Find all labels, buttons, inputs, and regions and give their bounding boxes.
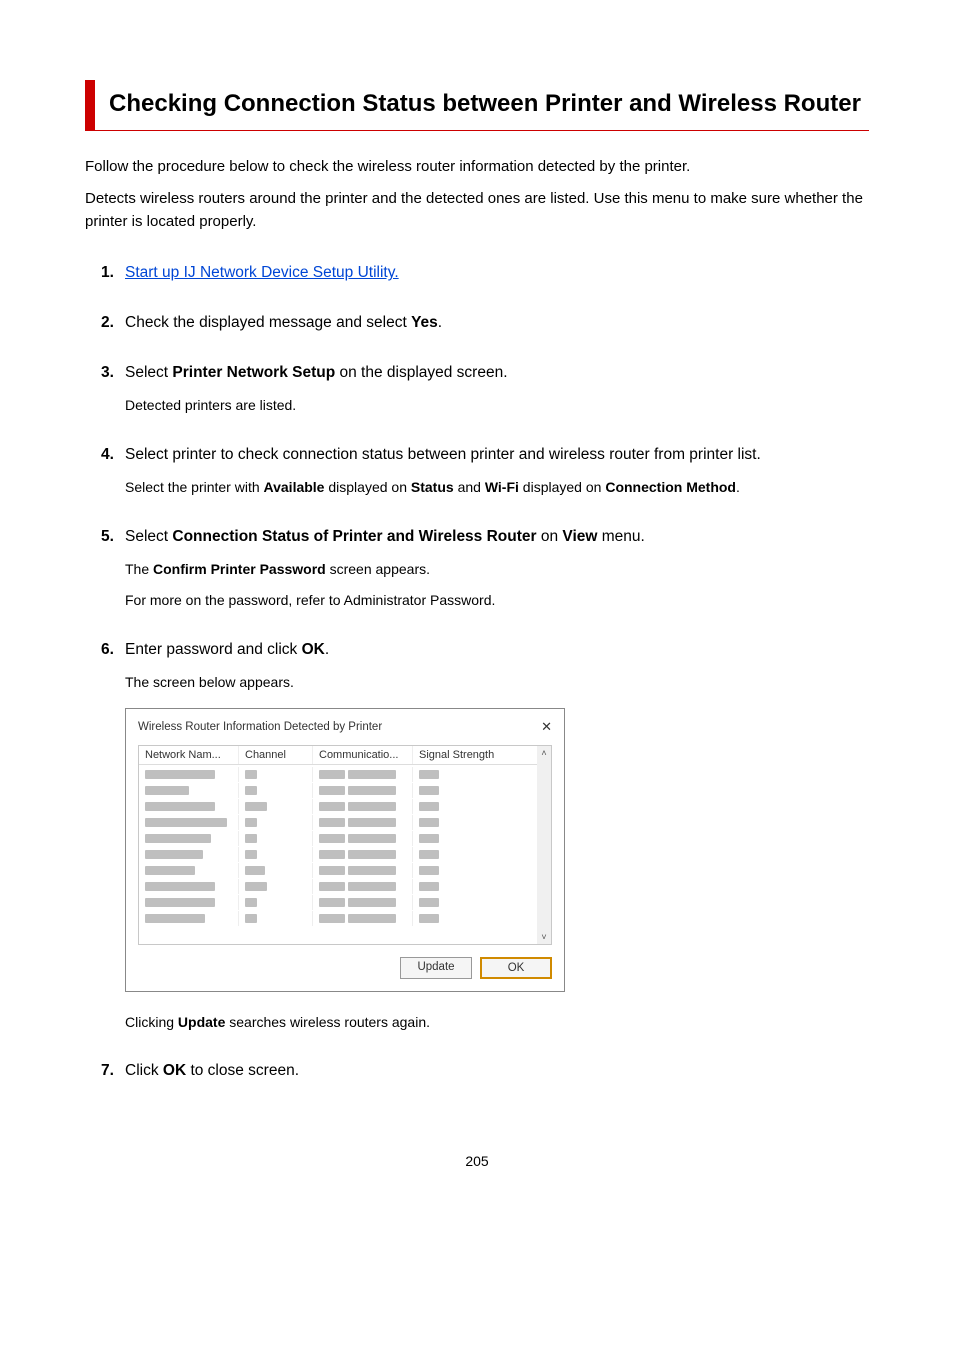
router-list: Network Nam... Channel Communicatio... S… [138, 745, 552, 945]
step-1: 1. Start up IJ Network Device Setup Util… [101, 261, 869, 285]
table-row[interactable] [139, 863, 551, 879]
step-7: 7. Click OK to close screen. [101, 1059, 869, 1083]
ok-button[interactable]: OK [480, 957, 552, 979]
table-row[interactable] [139, 895, 551, 911]
step-number: 3. [101, 364, 125, 382]
scroll-down-icon[interactable]: ˅ [541, 932, 546, 942]
column-communication[interactable]: Communicatio... [313, 746, 413, 764]
step-subtext: Select the printer with Available displa… [101, 477, 869, 499]
step-number: 6. [101, 641, 125, 659]
table-row[interactable] [139, 815, 551, 831]
dialog-title: Wireless Router Information Detected by … [138, 721, 382, 733]
step-6: 6. Enter password and click OK. The scre… [101, 638, 869, 1033]
intro-paragraph-2: Detects wireless routers around the prin… [85, 187, 869, 234]
column-channel[interactable]: Channel [239, 746, 313, 764]
step-number: 7. [101, 1062, 125, 1080]
step-subtext: The Confirm Printer Password screen appe… [101, 559, 869, 581]
step-text: Click OK to close screen. [125, 1059, 869, 1083]
step-text: Select Printer Network Setup on the disp… [125, 361, 869, 385]
step-text: Select Connection Status of Printer and … [125, 525, 869, 549]
table-row[interactable] [139, 767, 551, 783]
intro-paragraph-1: Follow the procedure below to check the … [85, 155, 869, 178]
step-number: 4. [101, 446, 125, 464]
scroll-up-icon[interactable]: ˄ [541, 748, 546, 758]
table-body [139, 765, 551, 929]
step-number: 2. [101, 314, 125, 332]
step-text: Select printer to check connection statu… [125, 443, 869, 467]
step-number: 1. [101, 264, 125, 282]
column-signal-strength[interactable]: Signal Strength [413, 746, 551, 764]
table-row[interactable] [139, 799, 551, 815]
table-row[interactable] [139, 783, 551, 799]
start-utility-link[interactable]: Start up IJ Network Device Setup Utility… [125, 264, 399, 281]
scrollbar[interactable]: ˄ ˅ [537, 746, 551, 944]
step-subtext: For more on the password, refer to Admin… [101, 590, 869, 612]
column-network-name[interactable]: Network Nam... [139, 746, 239, 764]
close-icon[interactable]: ✕ [541, 719, 552, 735]
step-text: Check the displayed message and select Y… [125, 311, 869, 335]
step-subtext: Detected printers are listed. [101, 395, 869, 417]
table-row[interactable] [139, 879, 551, 895]
update-button[interactable]: Update [400, 957, 472, 979]
dialog-screenshot: Wireless Router Information Detected by … [125, 708, 565, 992]
step-3: 3. Select Printer Network Setup on the d… [101, 361, 869, 417]
page-number: 205 [85, 1153, 869, 1169]
table-row[interactable] [139, 911, 551, 927]
step-text: Enter password and click OK. [125, 638, 869, 662]
step-4: 4. Select printer to check connection st… [101, 443, 869, 499]
step-subtext: The screen below appears. [101, 672, 869, 694]
step-number: 5. [101, 528, 125, 546]
step-5: 5. Select Connection Status of Printer a… [101, 525, 869, 612]
step-2: 2. Check the displayed message and selec… [101, 311, 869, 335]
table-row[interactable] [139, 831, 551, 847]
table-row[interactable] [139, 847, 551, 863]
steps-list: 1. Start up IJ Network Device Setup Util… [85, 261, 869, 1083]
table-header: Network Nam... Channel Communicatio... S… [139, 746, 551, 765]
page-title: Checking Connection Status between Print… [85, 80, 869, 131]
step-subtext: Clicking Update searches wireless router… [101, 1012, 869, 1034]
